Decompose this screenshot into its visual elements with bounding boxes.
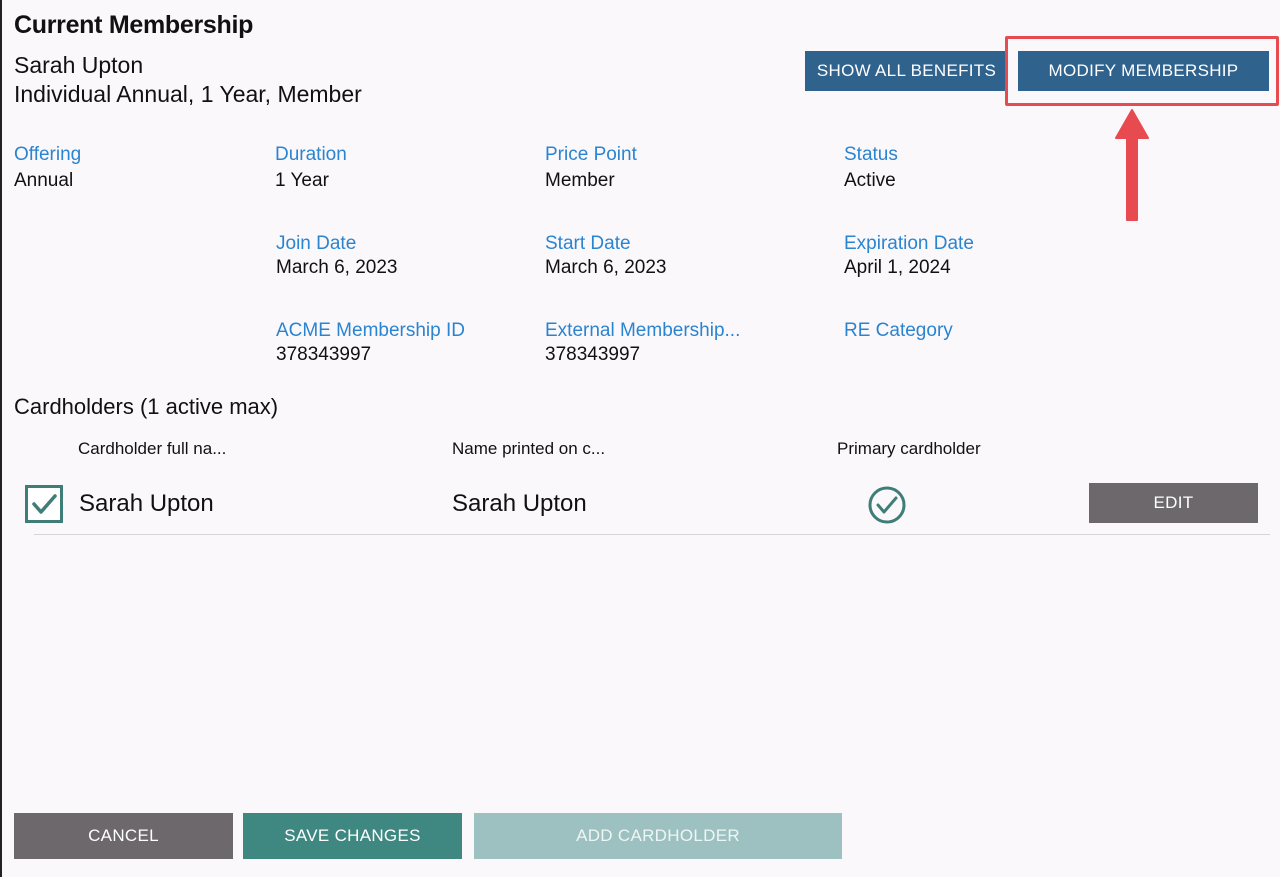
- re-category-label: RE Category: [844, 320, 953, 341]
- cardholder-active-checkbox[interactable]: [25, 485, 63, 523]
- join-date-value: March 6, 2023: [276, 257, 398, 278]
- row-divider: [34, 534, 1270, 535]
- expiration-date-label: Expiration Date: [844, 233, 974, 254]
- checkmark-icon: [32, 494, 57, 514]
- offering-value: Annual: [14, 170, 74, 191]
- start-date-label: Start Date: [545, 233, 631, 254]
- cancel-button[interactable]: CANCEL: [14, 813, 233, 859]
- acme-membership-id-value: 378343997: [276, 344, 372, 365]
- add-cardholder-button[interactable]: ADD CARDHOLDER: [474, 813, 842, 859]
- annotation-arrow-icon: [1115, 109, 1149, 221]
- cardholder-full-name: Sarah Upton: [79, 490, 214, 517]
- show-all-benefits-button[interactable]: SHOW ALL BENEFITS: [805, 51, 1008, 91]
- member-summary: Individual Annual, 1 Year, Member: [14, 81, 362, 107]
- edit-cardholder-button[interactable]: EDIT: [1089, 483, 1258, 523]
- page-title: Current Membership: [14, 11, 254, 39]
- column-header-printed-name: Name printed on c...: [452, 439, 606, 458]
- external-membership-value: 378343997: [545, 344, 641, 365]
- member-name: Sarah Upton: [14, 52, 144, 78]
- primary-cardholder-check-icon: [868, 486, 906, 524]
- duration-label: Duration: [275, 144, 347, 165]
- expiration-date-value: April 1, 2024: [844, 257, 951, 278]
- cardholder-printed-name: Sarah Upton: [452, 490, 587, 517]
- duration-value: 1 Year: [275, 170, 329, 191]
- join-date-label: Join Date: [276, 233, 357, 254]
- start-date-value: March 6, 2023: [545, 257, 667, 278]
- price-point-value: Member: [545, 170, 615, 191]
- external-membership-label: External Membership...: [545, 320, 741, 341]
- column-header-full-name: Cardholder full na...: [78, 439, 227, 458]
- status-value: Active: [844, 170, 896, 191]
- column-header-primary: Primary cardholder: [837, 439, 981, 458]
- save-changes-button[interactable]: SAVE CHANGES: [243, 813, 462, 859]
- price-point-label: Price Point: [545, 144, 637, 165]
- cardholders-section-title: Cardholders (1 active max): [14, 394, 279, 419]
- annotation-highlight-box: [1005, 36, 1279, 106]
- status-label: Status: [844, 144, 898, 165]
- acme-membership-id-label: ACME Membership ID: [276, 320, 465, 341]
- offering-label: Offering: [14, 144, 82, 165]
